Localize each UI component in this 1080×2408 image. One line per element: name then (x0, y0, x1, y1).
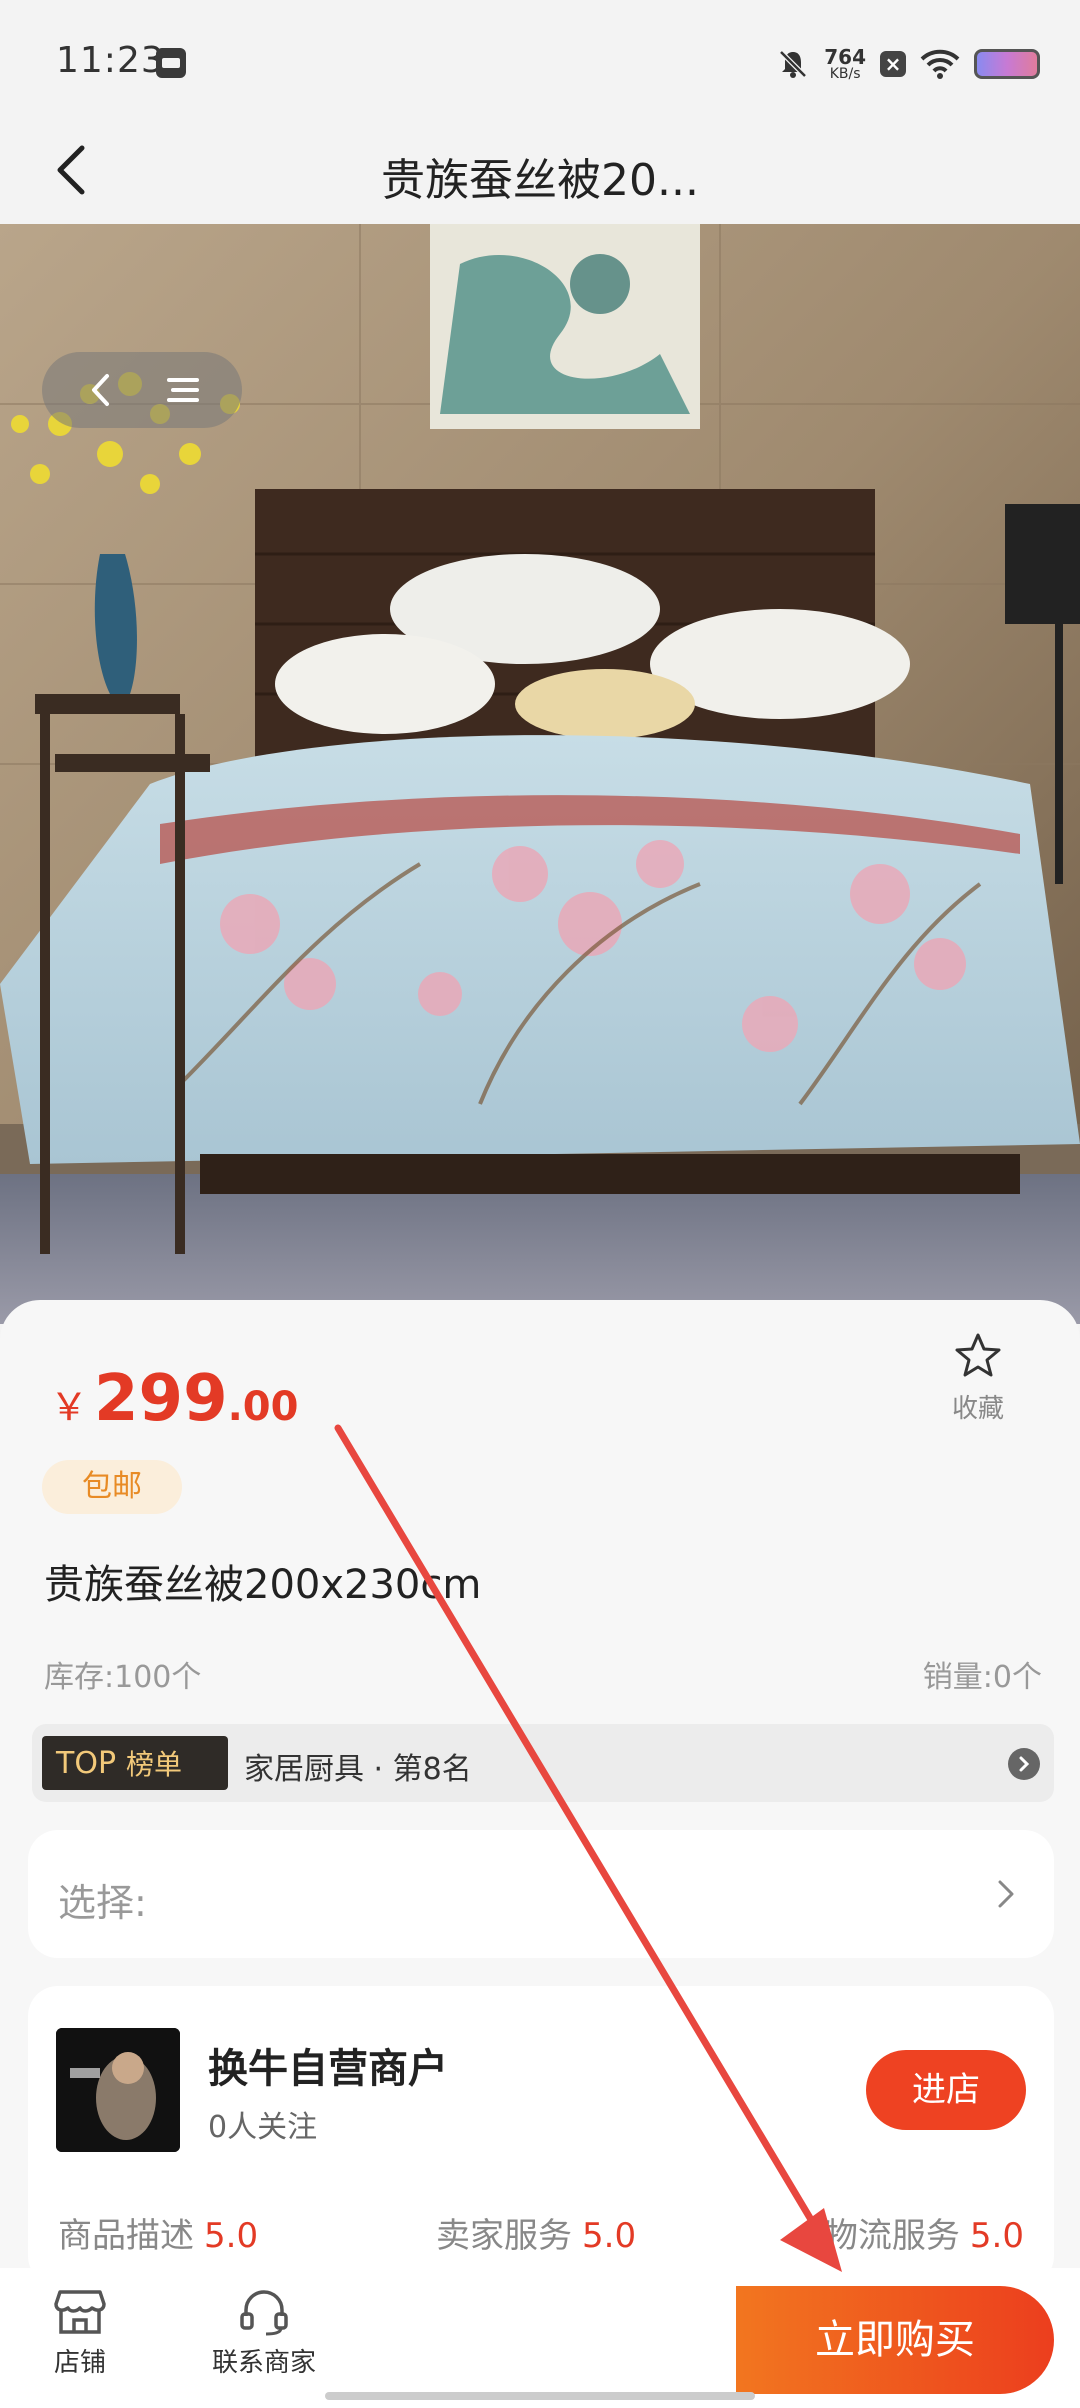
favorite-button[interactable]: 收藏 (938, 1332, 1018, 1425)
shop-tab-label: 店铺 (54, 2348, 107, 2378)
status-time: 11:23 (56, 40, 165, 81)
contact-merchant-label: 联系商家 (212, 2348, 317, 2378)
status-bar: 11:23 764 KB/s × (0, 0, 1080, 120)
close-box-icon: × (880, 51, 906, 77)
score-seller-service: 卖家服务 5.0 (436, 2208, 636, 2257)
shop-followers: 0人关注 (208, 2110, 318, 2145)
contact-merchant-button[interactable]: 联系商家 (212, 2288, 316, 2379)
status-icons: 764 KB/s × (776, 40, 1040, 88)
free-shipping-badge: 包邮 (42, 1460, 182, 1514)
image-menu-button[interactable] (151, 358, 215, 422)
page-title: 贵族蚕丝被20... (381, 155, 699, 206)
notification-off-icon (779, 50, 808, 78)
product-price: ￥ 299 .00 (50, 1362, 298, 1436)
product-image[interactable] (0, 224, 1080, 1324)
image-nav-pill (42, 352, 242, 428)
chevron-right-icon (998, 1880, 1014, 1908)
chevron-left-icon (92, 374, 109, 406)
headset-icon (240, 2290, 288, 2336)
product-title: 贵族蚕丝被200x230cm (44, 1562, 482, 1608)
net-speed-unit: KB/s (829, 66, 861, 82)
score-label: 物流服务 (823, 2216, 960, 2256)
wifi-icon (920, 49, 960, 79)
battery-icon (974, 49, 1040, 79)
menu-icon (167, 378, 199, 402)
score-value: 5.0 (204, 2216, 259, 2256)
price-decimal: .00 (227, 1384, 299, 1430)
score-value: 5.0 (969, 2216, 1024, 2256)
spec-select-label: 选择: (58, 1881, 147, 1925)
score-logistics: 物流服务 5.0 (824, 2208, 1024, 2257)
home-indicator[interactable] (325, 2392, 755, 2400)
rank-text: 家居厨具 · 第8名 (244, 1752, 472, 1787)
score-label: 商品描述 (58, 2216, 194, 2256)
net-speed-value: 764 (824, 45, 866, 69)
bottom-action-bar: 店铺 联系商家 立即购买 (0, 2268, 1080, 2408)
stock-count: 库存:100个 (44, 1660, 202, 1695)
shop-name: 换牛自营商户 (208, 2046, 448, 2092)
ranking-bar[interactable]: TOP 榜单 家居厨具 · 第8名 (32, 1724, 1054, 1802)
shop-logo[interactable] (56, 2028, 180, 2152)
product-info-card: ￥ 299 .00 收藏 包邮 贵族蚕丝被200x230cm 库存:100个 销… (0, 1300, 1080, 2286)
chevron-right-circle-icon (1008, 1748, 1040, 1780)
enter-shop-button[interactable]: 进店 (866, 2050, 1026, 2130)
spec-select-row[interactable]: 选择: (28, 1830, 1054, 1958)
shop-tab-button[interactable]: 店铺 (54, 2288, 106, 2379)
page-header: 贵族蚕丝被20... (0, 120, 1080, 224)
top-ranking-tag: TOP 榜单 (42, 1736, 228, 1790)
favorite-label: 收藏 (951, 1394, 1004, 1424)
buy-now-button[interactable]: 立即购买 (736, 2286, 1054, 2394)
rank-tag-label: 榜单 (126, 1748, 183, 1781)
rank-tag-top: TOP (56, 1745, 117, 1781)
star-icon (955, 1333, 1001, 1377)
store-icon (54, 2290, 106, 2334)
score-description: 商品描述 5.0 (58, 2208, 258, 2257)
shop-card: 换牛自营商户 0人关注 进店 商品描述 5.0 卖家服务 5.0 物流服务 5.0 (28, 1986, 1054, 2286)
image-back-button[interactable] (69, 358, 133, 422)
score-value: 5.0 (582, 2216, 637, 2256)
score-label: 卖家服务 (436, 2216, 572, 2256)
price-integer: 299 (94, 1362, 228, 1436)
net-speed: 764 KB/s (824, 47, 866, 81)
price-currency: ￥ (50, 1385, 89, 1429)
app-notification-icon (156, 48, 186, 78)
sales-count: 销量:0个 (922, 1660, 1042, 1695)
